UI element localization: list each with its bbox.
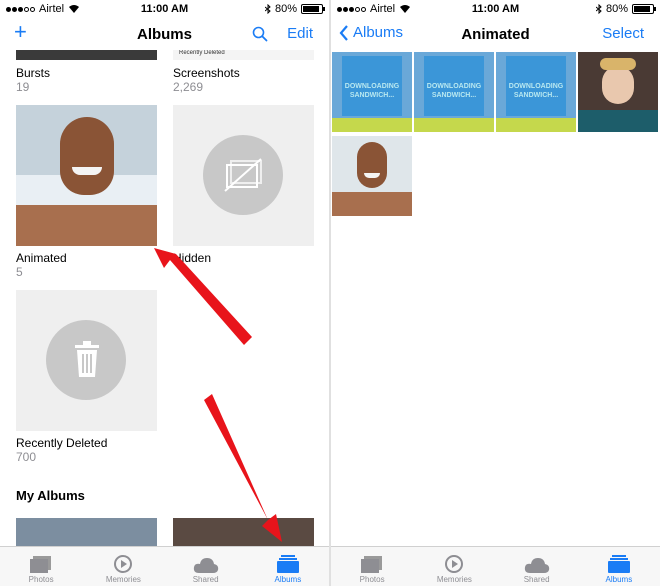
thumb-caption: DOWNLOADING SANDWICH... bbox=[426, 83, 482, 99]
tab-label: Photos bbox=[359, 575, 385, 584]
tab-label: Shared bbox=[192, 575, 219, 584]
photos-icon bbox=[361, 556, 383, 573]
photo-thumbnail[interactable]: DOWNLOADING SANDWICH... bbox=[496, 52, 576, 132]
albums-icon bbox=[607, 555, 630, 573]
photo-thumbnail[interactable]: DOWNLOADING SANDWICH... bbox=[332, 52, 412, 132]
status-bar: Airtel 11:00 AM 80% bbox=[331, 0, 660, 18]
thumb-caption: DOWNLOADING SANDWICH... bbox=[508, 83, 564, 99]
thumb-caption: DOWNLOADING SANDWICH... bbox=[344, 83, 400, 99]
thumb-smile bbox=[364, 173, 380, 178]
photo-thumbnail[interactable]: DOWNLOADING SANDWICH... bbox=[414, 52, 494, 132]
tab-label: Photos bbox=[28, 575, 54, 584]
bluetooth-icon bbox=[595, 4, 602, 14]
thumb-crown bbox=[600, 58, 636, 70]
cloud-icon bbox=[524, 558, 549, 573]
albums-screen: Airtel 11:00 AM 80% + Albums Edit Recent… bbox=[0, 0, 329, 586]
tab-label: Memories bbox=[436, 575, 472, 584]
wifi-icon bbox=[400, 5, 411, 13]
tab-memories[interactable]: Memories bbox=[82, 547, 164, 586]
carrier-label: Airtel bbox=[370, 3, 396, 15]
red-arrow-albums-tab bbox=[204, 394, 282, 542]
tab-label: Shared bbox=[523, 575, 550, 584]
back-button[interactable]: Albums bbox=[339, 24, 403, 41]
annotation-arrows bbox=[154, 248, 282, 542]
battery-percent: 80% bbox=[605, 3, 628, 15]
tab-label: Memories bbox=[105, 575, 141, 584]
photo-thumbnail[interactable] bbox=[578, 52, 658, 132]
signal-icon bbox=[337, 6, 366, 12]
thumb-ground bbox=[414, 118, 494, 132]
photos-icon bbox=[30, 556, 52, 573]
memories-icon bbox=[114, 555, 133, 573]
tab-memories[interactable]: Memories bbox=[413, 547, 495, 586]
tab-albums[interactable]: Albums bbox=[578, 547, 660, 586]
tab-photos[interactable]: Photos bbox=[331, 547, 413, 586]
tab-shared[interactable]: Shared bbox=[165, 547, 247, 586]
tab-shared[interactable]: Shared bbox=[496, 547, 578, 586]
animated-album-screen: Airtel 11:00 AM 80% Albums Animated Sele… bbox=[331, 0, 660, 586]
memories-icon bbox=[445, 555, 464, 573]
back-label: Albums bbox=[353, 24, 404, 41]
thumb-face bbox=[602, 66, 634, 104]
tab-photos[interactable]: Photos bbox=[0, 547, 82, 586]
photo-thumbnail[interactable] bbox=[332, 136, 412, 216]
tab-albums[interactable]: Albums bbox=[247, 547, 329, 586]
thumb-desk bbox=[578, 110, 658, 132]
thumb-ground bbox=[332, 118, 412, 132]
battery-icon bbox=[632, 4, 656, 14]
tab-label: Albums bbox=[274, 575, 302, 584]
nav-bar: Albums Animated Select bbox=[331, 18, 660, 50]
select-button[interactable]: Select bbox=[602, 25, 644, 42]
chevron-left-icon bbox=[339, 24, 348, 41]
red-arrow-animated bbox=[154, 248, 252, 345]
tab-bar: Photos Memories Shared Albums bbox=[0, 546, 329, 586]
thumb-ground bbox=[496, 118, 576, 132]
thumb-face bbox=[357, 142, 387, 188]
albums-icon bbox=[276, 555, 299, 573]
tab-label: Albums bbox=[605, 575, 633, 584]
cloud-icon bbox=[193, 558, 218, 573]
thumb-shoulders bbox=[332, 192, 412, 216]
tab-bar: Photos Memories Shared Albums bbox=[331, 546, 660, 586]
